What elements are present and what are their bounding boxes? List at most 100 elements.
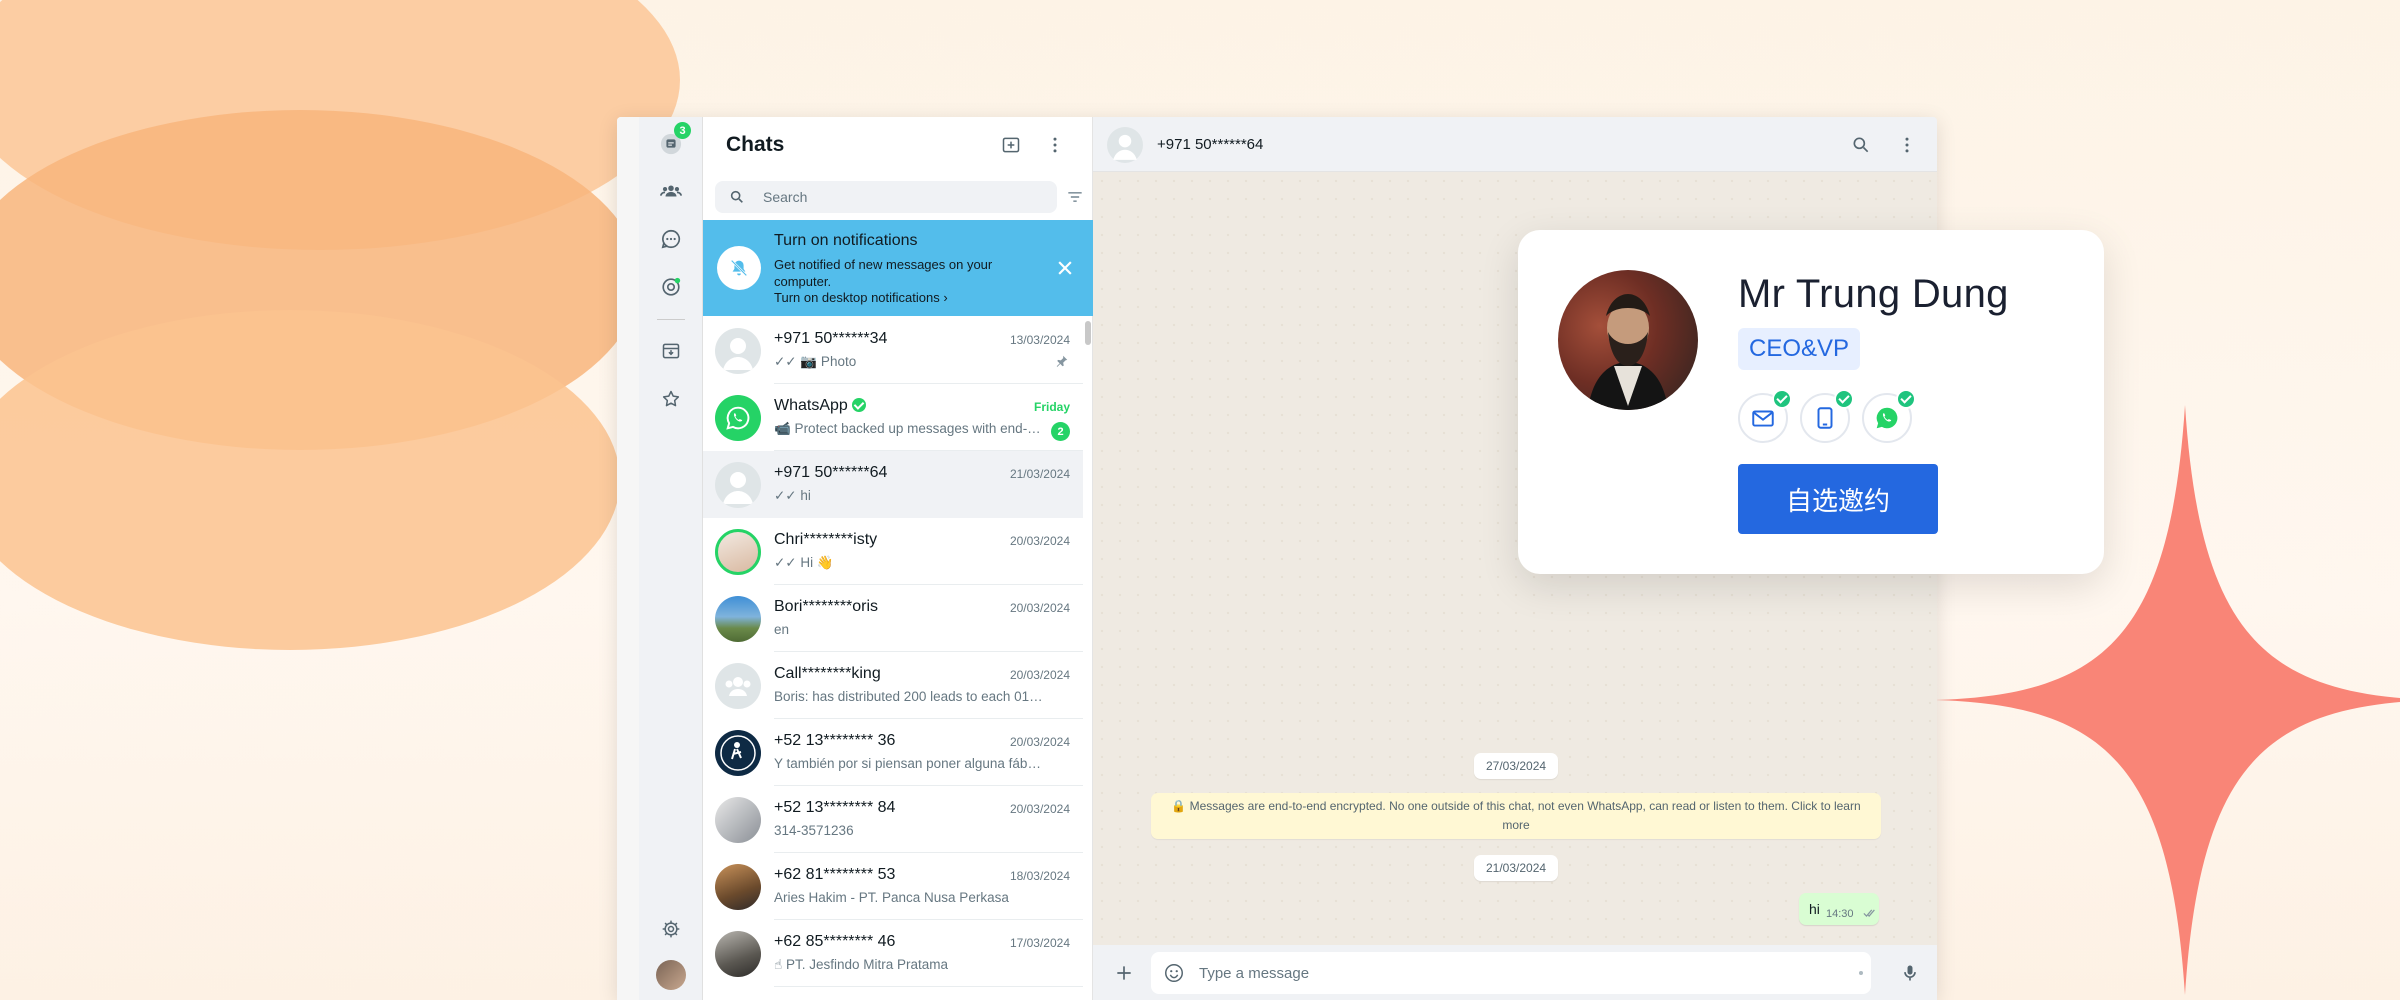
chat-item[interactable]: +971 50******34 13/03/2024 ✓✓ 📷 Photo <box>703 317 1083 384</box>
email-channel <box>1738 389 1792 443</box>
nav-starred-button[interactable] <box>655 383 687 415</box>
close-icon[interactable] <box>1055 258 1075 278</box>
nav-archived-button[interactable] <box>655 335 687 367</box>
chat-item-selected[interactable]: +971 50******64 21/03/2024 ✓✓ hi <box>703 451 1083 518</box>
emoji-button[interactable] <box>1161 960 1187 986</box>
chat-name: Call********king <box>774 665 881 682</box>
nav-communities-button[interactable] <box>655 175 687 207</box>
conversation-search-button[interactable] <box>1847 131 1875 159</box>
chat-item[interactable]: WhatsApp Friday 📹 Protect backed up mess… <box>703 384 1083 451</box>
contact-avatar <box>715 931 761 977</box>
chat-preview: Y también por si piensan poner alguna fá… <box>774 756 1044 771</box>
new-chat-icon <box>1002 137 1020 153</box>
encryption-notice[interactable]: 🔒 Messages are end-to-end encrypted. No … <box>1151 793 1881 839</box>
chat-list: +971 50******34 13/03/2024 ✓✓ 📷 Photo Wh… <box>703 317 1093 987</box>
contact-photo <box>1558 270 1698 410</box>
chat-preview: ☝ PT. Jesfindo Mitra Pratama <box>774 957 949 972</box>
sidebar-title: Chats <box>726 133 785 156</box>
search-input[interactable] <box>763 181 1043 213</box>
date-separator: 21/03/2024 <box>1474 855 1559 881</box>
phone-channel <box>1800 389 1854 443</box>
chat-preview: 314-3571236 <box>774 823 854 838</box>
new-chat-button[interactable] <box>997 131 1025 159</box>
chat-time: 18/03/2024 <box>1009 869 1070 883</box>
verified-badge-icon <box>851 398 866 412</box>
chat-item[interactable]: +52 13******** 36 20/03/2024 Y también p… <box>703 719 1083 786</box>
chat-preview: Aries Hakim - PT. Panca Nusa Perkasa <box>774 890 1009 905</box>
chat-item[interactable]: +62 81******** 53 18/03/2024 Aries Hakim… <box>703 853 1083 920</box>
contact-name: Mr Trung Dung <box>1738 272 2009 316</box>
email-icon <box>1752 410 1774 427</box>
message-text: hi <box>1809 901 1820 917</box>
double-check-icon <box>1863 909 1875 917</box>
chat-preview: ✓✓ hi <box>774 488 811 503</box>
plus-icon <box>1117 966 1131 980</box>
message-box <box>1151 952 1871 994</box>
profile-avatar[interactable] <box>656 960 686 990</box>
bell-off-icon <box>730 259 748 277</box>
chat-name: Chri********isty <box>774 531 878 548</box>
chat-name: +52 13******** 84 <box>774 799 896 816</box>
gear-icon <box>662 920 680 938</box>
chat-item[interactable]: +52 13******** 84 20/03/2024 314-3571236 <box>703 786 1083 853</box>
message-input[interactable] <box>1199 952 1839 994</box>
chat-name: +62 81******** 53 <box>774 866 896 883</box>
chat-time: Friday <box>1033 400 1070 414</box>
nav-rail: 3 <box>639 117 703 1000</box>
chat-item[interactable]: +62 85******** 46 17/03/2024 ☝ PT. Jesfi… <box>703 920 1083 987</box>
sidebar-header: Chats <box>703 117 1092 172</box>
outgoing-message[interactable]: hi 14:30 <box>1799 893 1879 925</box>
message-time: 14:30 <box>1826 908 1854 920</box>
chat-time: 13/03/2024 <box>1009 333 1070 347</box>
chat-preview: Boris: has distributed 200 leads to each… <box>774 689 1044 704</box>
chat-item[interactable]: Chri********isty 20/03/2024 ✓✓ Hi 👋 <box>703 518 1083 585</box>
filter-icon[interactable] <box>1065 187 1085 207</box>
nav-settings-button[interactable] <box>655 913 687 945</box>
chat-time: 20/03/2024 <box>1009 735 1070 749</box>
chat-name: +62 85******** 46 <box>774 933 896 950</box>
sidebar-menu-button[interactable] <box>1041 131 1069 159</box>
default-avatar-icon <box>715 328 761 374</box>
chat-name: +971 50******34 <box>774 330 888 347</box>
nav-status-button[interactable] <box>655 223 687 255</box>
conversation-contact-name: +971 50******64 <box>1157 136 1264 153</box>
chat-item[interactable]: Bori********oris 20/03/2024 en <box>703 585 1083 652</box>
contact-role-badge: CEO&VP <box>1738 328 1861 370</box>
check-badge-icon <box>1772 389 1792 409</box>
search-icon <box>730 190 743 203</box>
chats-sidebar: Chats Turn on notifications Get notified… <box>703 117 1093 1000</box>
chat-list-scrollbar[interactable] <box>1085 321 1091 345</box>
conversation-header[interactable]: +971 50******64 <box>1093 117 1937 172</box>
nav-channels-button[interactable] <box>655 271 687 303</box>
person-portrait-icon <box>1588 294 1668 410</box>
chat-preview: 📹 Protect backed up messages with end-… <box>774 421 1041 436</box>
conversation-menu-button[interactable] <box>1893 131 1921 159</box>
notification-body: Get notified of new messages on your com… <box>774 257 993 289</box>
notification-title: Turn on notifications <box>774 232 918 249</box>
check-badge-icon <box>1834 389 1854 409</box>
default-avatar-icon <box>715 462 761 508</box>
archive-icon <box>662 343 680 359</box>
attach-button[interactable] <box>1111 960 1137 986</box>
whatsapp-logo-icon <box>715 395 761 441</box>
custom-invite-button[interactable]: 自选邀约 <box>1738 464 1938 534</box>
communities-icon <box>660 185 682 197</box>
search-icon <box>1853 137 1869 153</box>
date-separator: 27/03/2024 <box>1474 753 1559 779</box>
group-avatar-icon <box>715 663 761 709</box>
kebab-menu-icon <box>1053 137 1057 153</box>
chat-time: 20/03/2024 <box>1009 534 1070 548</box>
microphone-icon <box>1904 965 1916 981</box>
channels-icon <box>662 277 681 296</box>
decor-ellipse-bottom <box>0 310 620 650</box>
search-box <box>715 181 1057 213</box>
chat-item[interactable]: Call********king 20/03/2024 Boris: has d… <box>703 652 1083 719</box>
nav-chats-button[interactable]: 3 <box>655 122 691 160</box>
star-icon <box>662 390 680 407</box>
voice-message-button[interactable] <box>1897 960 1923 986</box>
unread-count-badge: 2 <box>1051 422 1070 441</box>
chat-preview: en <box>774 622 790 637</box>
chat-name: WhatsApp <box>774 397 866 415</box>
notification-link[interactable]: Turn on desktop notifications › <box>774 290 948 305</box>
notification-banner[interactable]: Turn on notifications Get notified of ne… <box>703 220 1093 316</box>
